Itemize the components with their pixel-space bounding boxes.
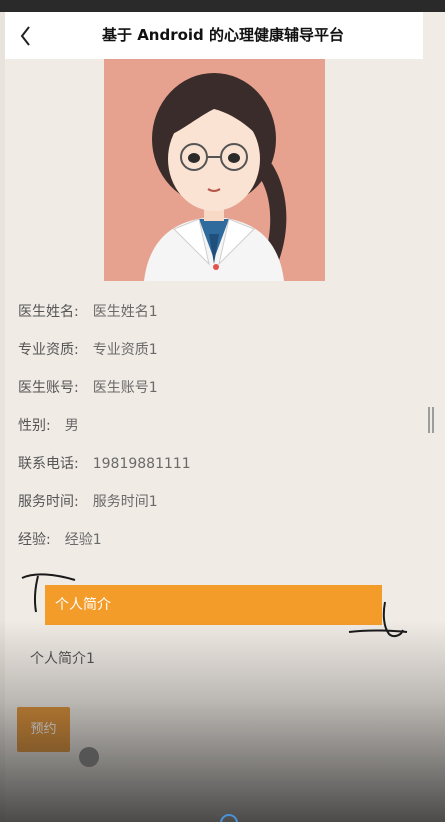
info-label: 医生姓名: <box>18 304 79 320</box>
page-title: 基于 Android 的心理健康辅导平台 <box>101 26 345 44</box>
screen-edge <box>0 12 5 822</box>
scrollbar-handle[interactable] <box>428 407 435 433</box>
info-row-phone: 联系电话: 19819881111 <box>18 453 191 475</box>
info-label: 性别: <box>18 418 51 434</box>
info-row-gender: 性别: 男 <box>18 415 79 437</box>
info-row-name: 医生姓名: 医生姓名1 <box>18 301 158 323</box>
info-value: 19819881111 <box>92 456 191 472</box>
info-label: 联系电话: <box>18 456 79 472</box>
info-label: 服务时间: <box>18 494 79 510</box>
info-value: 经验1 <box>64 532 102 548</box>
info-row-account: 医生账号: 医生账号1 <box>18 377 158 399</box>
book-appointment-button[interactable]: 预约 <box>17 707 70 752</box>
touch-indicator <box>79 747 99 767</box>
info-value: 医生账号1 <box>92 380 158 396</box>
app-header: 基于 Android 的心理健康辅导平台 <box>5 12 423 59</box>
info-label: 经验: <box>18 532 51 548</box>
home-indicator-icon <box>220 814 238 822</box>
info-label: 专业资质: <box>18 342 79 358</box>
info-row-service-time: 服务时间: 服务时间1 <box>18 491 158 513</box>
info-label: 医生账号: <box>18 380 79 396</box>
intro-section-header: 个人简介 <box>45 585 382 625</box>
info-row-qualification: 专业资质: 专业资质1 <box>18 339 158 361</box>
info-value: 服务时间1 <box>92 494 158 510</box>
info-value: 男 <box>64 418 79 434</box>
doctor-portrait <box>104 59 325 281</box>
info-value: 专业资质1 <box>92 342 158 358</box>
info-row-experience: 经验: 经验1 <box>18 529 102 551</box>
chevron-left-icon <box>20 26 30 46</box>
info-value: 医生姓名1 <box>92 304 158 320</box>
back-button[interactable] <box>15 22 39 50</box>
app-screen: 基于 Android 的心理健康辅导平台 医生姓名: 医生姓名1 专业资质: 专… <box>0 0 445 822</box>
status-bar <box>0 0 445 12</box>
intro-text: 个人简介1 <box>30 651 95 667</box>
